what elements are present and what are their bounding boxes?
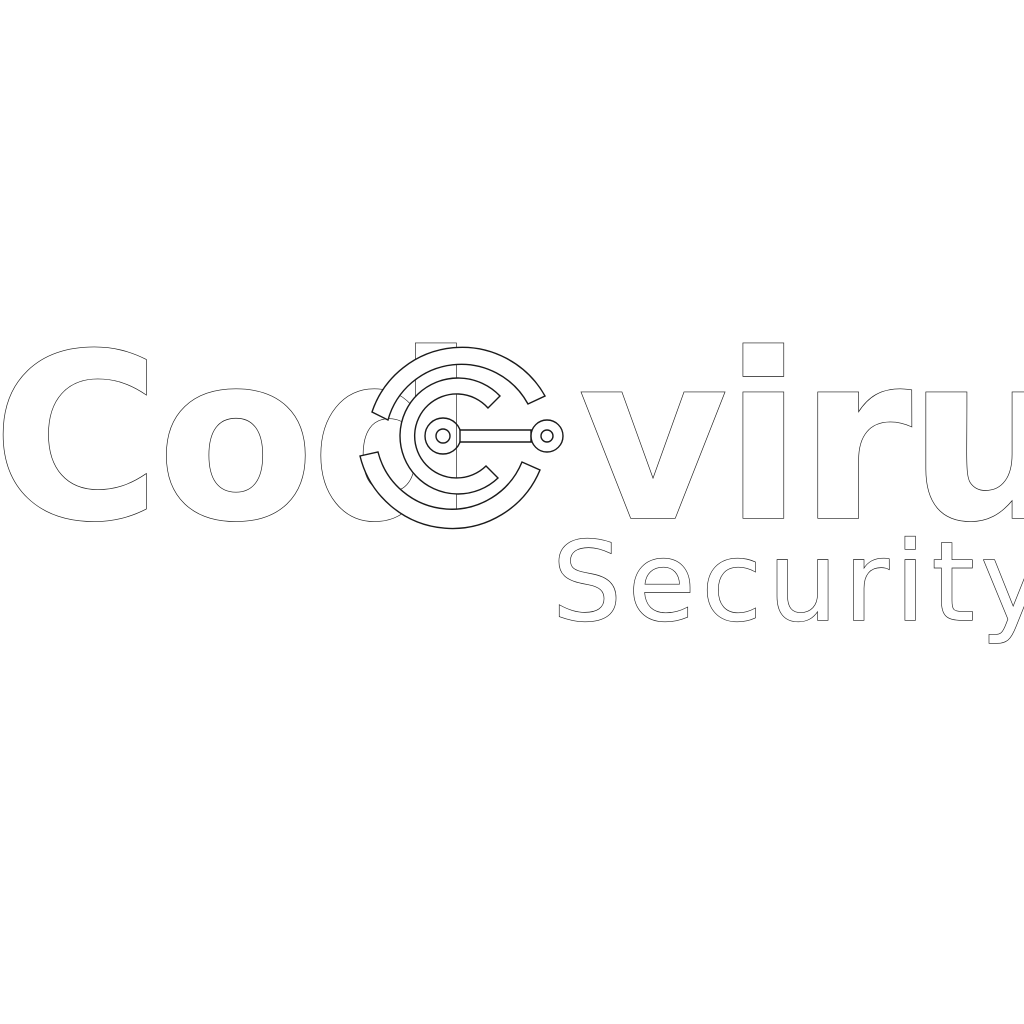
tagline: Security	[552, 518, 1024, 646]
logo: Cod virus Security	[0, 305, 1024, 646]
logo-canvas: Cod virus Security	[0, 0, 1024, 1024]
